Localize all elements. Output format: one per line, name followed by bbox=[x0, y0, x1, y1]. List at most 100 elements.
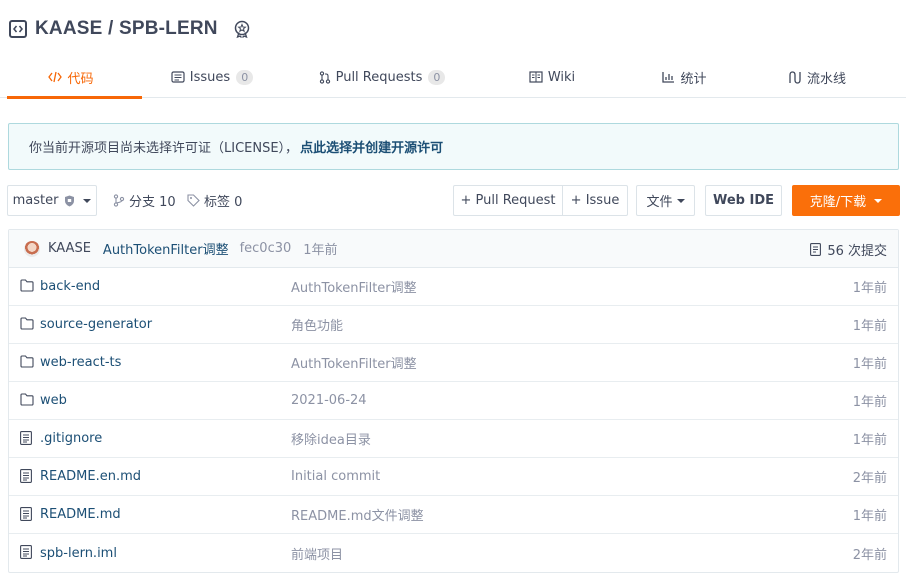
file-commit-time: 1年前 bbox=[852, 433, 887, 448]
file-name[interactable]: README.md bbox=[40, 507, 121, 522]
file-name[interactable]: source-generator bbox=[40, 317, 152, 332]
tag-icon bbox=[187, 194, 200, 207]
repo-name[interactable]: KAASE / SPB-LERN bbox=[35, 18, 218, 40]
file-name[interactable]: .gitignore bbox=[40, 431, 102, 446]
avatar[interactable] bbox=[24, 240, 40, 257]
file-icon bbox=[20, 507, 32, 521]
pipeline-icon bbox=[788, 70, 802, 84]
branches-count: 分支 10 bbox=[129, 195, 176, 210]
folder-icon bbox=[20, 355, 34, 368]
tab-stats[interactable]: 统计 bbox=[622, 56, 747, 98]
branch-select[interactable]: master bbox=[7, 185, 97, 216]
file-commit-time: 2年前 bbox=[852, 471, 887, 486]
table-row[interactable]: source-generator 角色功能 1年前 bbox=[9, 306, 898, 344]
folder-icon bbox=[20, 317, 34, 330]
tags-link[interactable]: 标签 0 bbox=[187, 185, 242, 216]
issues-count-badge: 0 bbox=[236, 69, 254, 85]
file-name[interactable]: back-end bbox=[40, 279, 100, 294]
commit-hash[interactable]: fec0c30 bbox=[240, 241, 292, 256]
table-row[interactable]: back-end AuthTokenFilter调整 1年前 bbox=[9, 268, 898, 306]
new-pull-request-button[interactable]: + Pull Request bbox=[453, 185, 563, 216]
tab-pull-requests[interactable]: Pull Requests 0 bbox=[282, 56, 482, 98]
commits-link[interactable]: 56 次提交 bbox=[810, 230, 887, 268]
tab-issues[interactable]: Issues 0 bbox=[142, 56, 282, 98]
tab-label: 统计 bbox=[680, 71, 707, 87]
commits-icon bbox=[810, 242, 822, 256]
gvp-badge-icon[interactable] bbox=[232, 19, 252, 39]
file-commit-message[interactable]: README.md文件调整 bbox=[291, 505, 424, 524]
tab-label: 流水线 bbox=[806, 71, 846, 87]
table-row[interactable]: README.md README.md文件调整 1年前 bbox=[9, 496, 898, 534]
file-commit-message[interactable]: AuthTokenFilter调整 bbox=[291, 277, 417, 296]
file-name[interactable]: README.en.md bbox=[40, 469, 141, 484]
file-icon bbox=[20, 469, 32, 483]
repo-toolbar: master 分支 10 标签 0 + Pull Request + Issue… bbox=[7, 185, 900, 216]
code-icon bbox=[48, 71, 63, 83]
web-ide-button[interactable]: Web IDE bbox=[705, 185, 782, 216]
wiki-icon bbox=[529, 71, 543, 83]
commits-count: 56 次提交 bbox=[827, 243, 887, 259]
tab-wiki[interactable]: Wiki bbox=[482, 56, 622, 98]
tags-count: 标签 0 bbox=[204, 195, 243, 210]
chevron-down-icon bbox=[83, 198, 92, 203]
tab-label: 代码 bbox=[67, 71, 94, 87]
folder-icon bbox=[20, 279, 34, 292]
commit-message[interactable]: AuthTokenFilter调整 bbox=[103, 239, 229, 258]
table-row[interactable]: .gitignore 移除idea目录 1年前 bbox=[9, 420, 898, 458]
tab-pipeline[interactable]: 流水线 bbox=[747, 56, 887, 98]
tab-label: Issues bbox=[189, 69, 231, 85]
repo-tabs: 代码 Issues 0 Pull Requests 0 Wiki 统计 流水线 bbox=[0, 56, 906, 99]
table-row[interactable]: web-react-ts AuthTokenFilter调整 1年前 bbox=[9, 344, 898, 382]
clone-download-button[interactable]: 克隆/下载 bbox=[792, 185, 900, 216]
new-issue-button[interactable]: + Issue bbox=[562, 185, 628, 216]
stats-icon bbox=[662, 71, 675, 83]
chevron-down-icon bbox=[676, 198, 685, 203]
file-commit-time: 1年前 bbox=[852, 281, 887, 296]
clone-download-label: 克隆/下载 bbox=[809, 195, 867, 210]
file-commit-time: 1年前 bbox=[852, 319, 887, 334]
file-commit-time: 2年前 bbox=[852, 547, 887, 563]
file-commit-message[interactable]: 前端项目 bbox=[291, 544, 343, 563]
file-commit-time: 1年前 bbox=[852, 509, 887, 524]
license-notice-text: 你当前开源项目尚未选择许可证（LICENSE）， bbox=[29, 141, 299, 156]
pull-requests-count-badge: 0 bbox=[428, 69, 446, 85]
pull-request-icon bbox=[319, 70, 331, 84]
table-row[interactable]: README.en.md Initial commit 2年前 bbox=[9, 458, 898, 496]
repo-header: KAASE / SPB-LERN 代码 Issues 0 Pull Reques… bbox=[0, 0, 906, 99]
table-row[interactable]: spb-lern.iml 前端项目 2年前 bbox=[9, 534, 898, 572]
branch-name: master bbox=[12, 193, 59, 208]
folder-icon bbox=[20, 393, 34, 406]
file-commit-message[interactable]: Initial commit bbox=[291, 469, 380, 484]
commit-author[interactable]: KAASE bbox=[48, 241, 91, 256]
repo-code-icon bbox=[9, 20, 27, 38]
tab-label: Wiki bbox=[547, 69, 576, 85]
file-name[interactable]: web bbox=[40, 393, 67, 408]
file-commit-message[interactable]: 移除idea目录 bbox=[291, 429, 371, 448]
file-menu-button[interactable]: 文件 bbox=[636, 185, 695, 216]
license-notice: 你当前开源项目尚未选择许可证（LICENSE）， 点此选择并创建开源许可 bbox=[8, 123, 899, 170]
file-icon bbox=[20, 545, 32, 559]
file-name[interactable]: spb-lern.iml bbox=[40, 546, 117, 561]
create-license-link[interactable]: 点此选择并创建开源许可 bbox=[300, 137, 443, 156]
file-rows: back-end AuthTokenFilter调整 1年前 source-ge… bbox=[9, 268, 898, 572]
file-list: KAASE AuthTokenFilter调整 fec0c30 1年前 56 次… bbox=[8, 229, 899, 573]
tab-label: Pull Requests bbox=[335, 69, 423, 85]
branches-link[interactable]: 分支 10 bbox=[113, 185, 176, 216]
chevron-down-icon bbox=[874, 198, 883, 203]
file-commit-message[interactable]: 角色功能 bbox=[291, 315, 343, 334]
branch-icon bbox=[113, 194, 125, 207]
file-name[interactable]: web-react-ts bbox=[40, 355, 121, 370]
tab-code[interactable]: 代码 bbox=[0, 56, 142, 99]
latest-commit-bar: KAASE AuthTokenFilter调整 fec0c30 1年前 56 次… bbox=[9, 230, 898, 268]
file-commit-time: 1年前 bbox=[852, 357, 887, 372]
repo-title-bar: KAASE / SPB-LERN bbox=[9, 17, 252, 41]
shield-icon bbox=[64, 195, 75, 207]
issues-icon bbox=[171, 71, 185, 83]
file-menu-label: 文件 bbox=[646, 195, 673, 210]
file-commit-message[interactable]: AuthTokenFilter调整 bbox=[291, 353, 417, 372]
file-commit-time: 1年前 bbox=[852, 395, 887, 410]
table-row[interactable]: web 2021-06-24 1年前 bbox=[9, 382, 898, 420]
commit-time: 1年前 bbox=[303, 243, 338, 258]
file-icon bbox=[20, 431, 32, 445]
file-commit-message[interactable]: 2021-06-24 bbox=[291, 393, 367, 408]
